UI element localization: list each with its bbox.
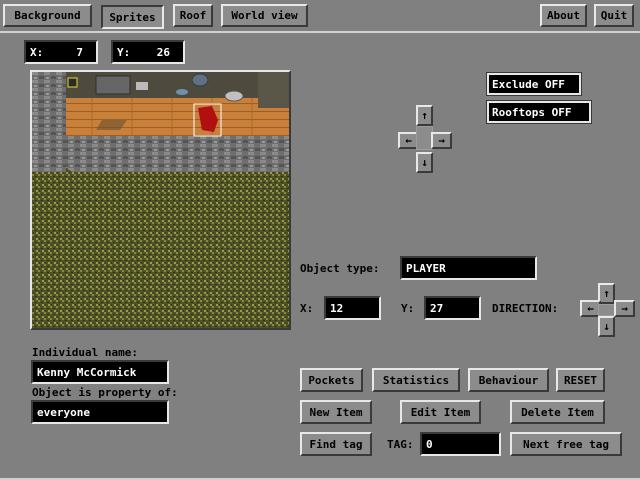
delete-item-button[interactable]: Delete Item [510,400,605,424]
pockets-button[interactable]: Pockets [300,368,363,392]
next-free-tag-button[interactable]: Next free tag [510,432,622,456]
rooftops-toggle[interactable]: Rooftops OFF [486,100,592,124]
find-tag-button[interactable]: Find tag [300,432,372,456]
direction-label: DIRECTION: [492,302,559,315]
object-x-label: X: [300,302,314,315]
owner-label: Object is property of: [32,386,178,399]
object-type-field[interactable]: PLAYER [400,256,537,280]
edit-item-button[interactable]: Edit Item [400,400,481,424]
sprites-button[interactable]: Sprites [101,5,164,29]
new-item-button[interactable]: New Item [300,400,372,424]
quit-button[interactable]: Quit [594,4,634,27]
direction-right-arrow-icon[interactable]: → [614,300,635,317]
scroll-down-arrow-icon[interactable]: ↓ [416,152,433,173]
tag-label: TAG: [387,438,414,451]
map-view[interactable] [30,70,291,330]
scroll-right-arrow-icon[interactable]: → [431,132,452,149]
direction-pad-center [598,304,615,316]
world-view-button[interactable]: World view [221,4,308,27]
object-x-field[interactable]: 12 [324,296,381,320]
behaviour-button[interactable]: Behaviour [468,368,549,392]
exclude-toggle[interactable]: Exclude OFF [486,72,582,96]
cursor-x-readout: X: 7 [24,40,98,64]
scroll-up-arrow-icon[interactable]: ↑ [416,105,433,126]
roof-button[interactable]: Roof [173,4,213,27]
cursor-y-readout: Y: 26 [111,40,185,64]
object-y-field[interactable]: 27 [424,296,481,320]
toolbar-divider [0,31,640,33]
individual-name-label: Individual name: [32,346,138,359]
statistics-button[interactable]: Statistics [372,368,460,392]
reset-button[interactable]: RESET [556,368,605,392]
about-button[interactable]: About [540,4,587,27]
background-button[interactable]: Background [3,4,92,27]
owner-field[interactable]: everyone [31,400,169,424]
object-y-label: Y: [401,302,415,315]
object-type-label: Object type: [300,262,380,275]
individual-name-field[interactable]: Kenny McCormick [31,360,169,384]
direction-down-arrow-icon[interactable]: ↓ [598,316,615,337]
tag-field[interactable]: 0 [420,432,501,456]
